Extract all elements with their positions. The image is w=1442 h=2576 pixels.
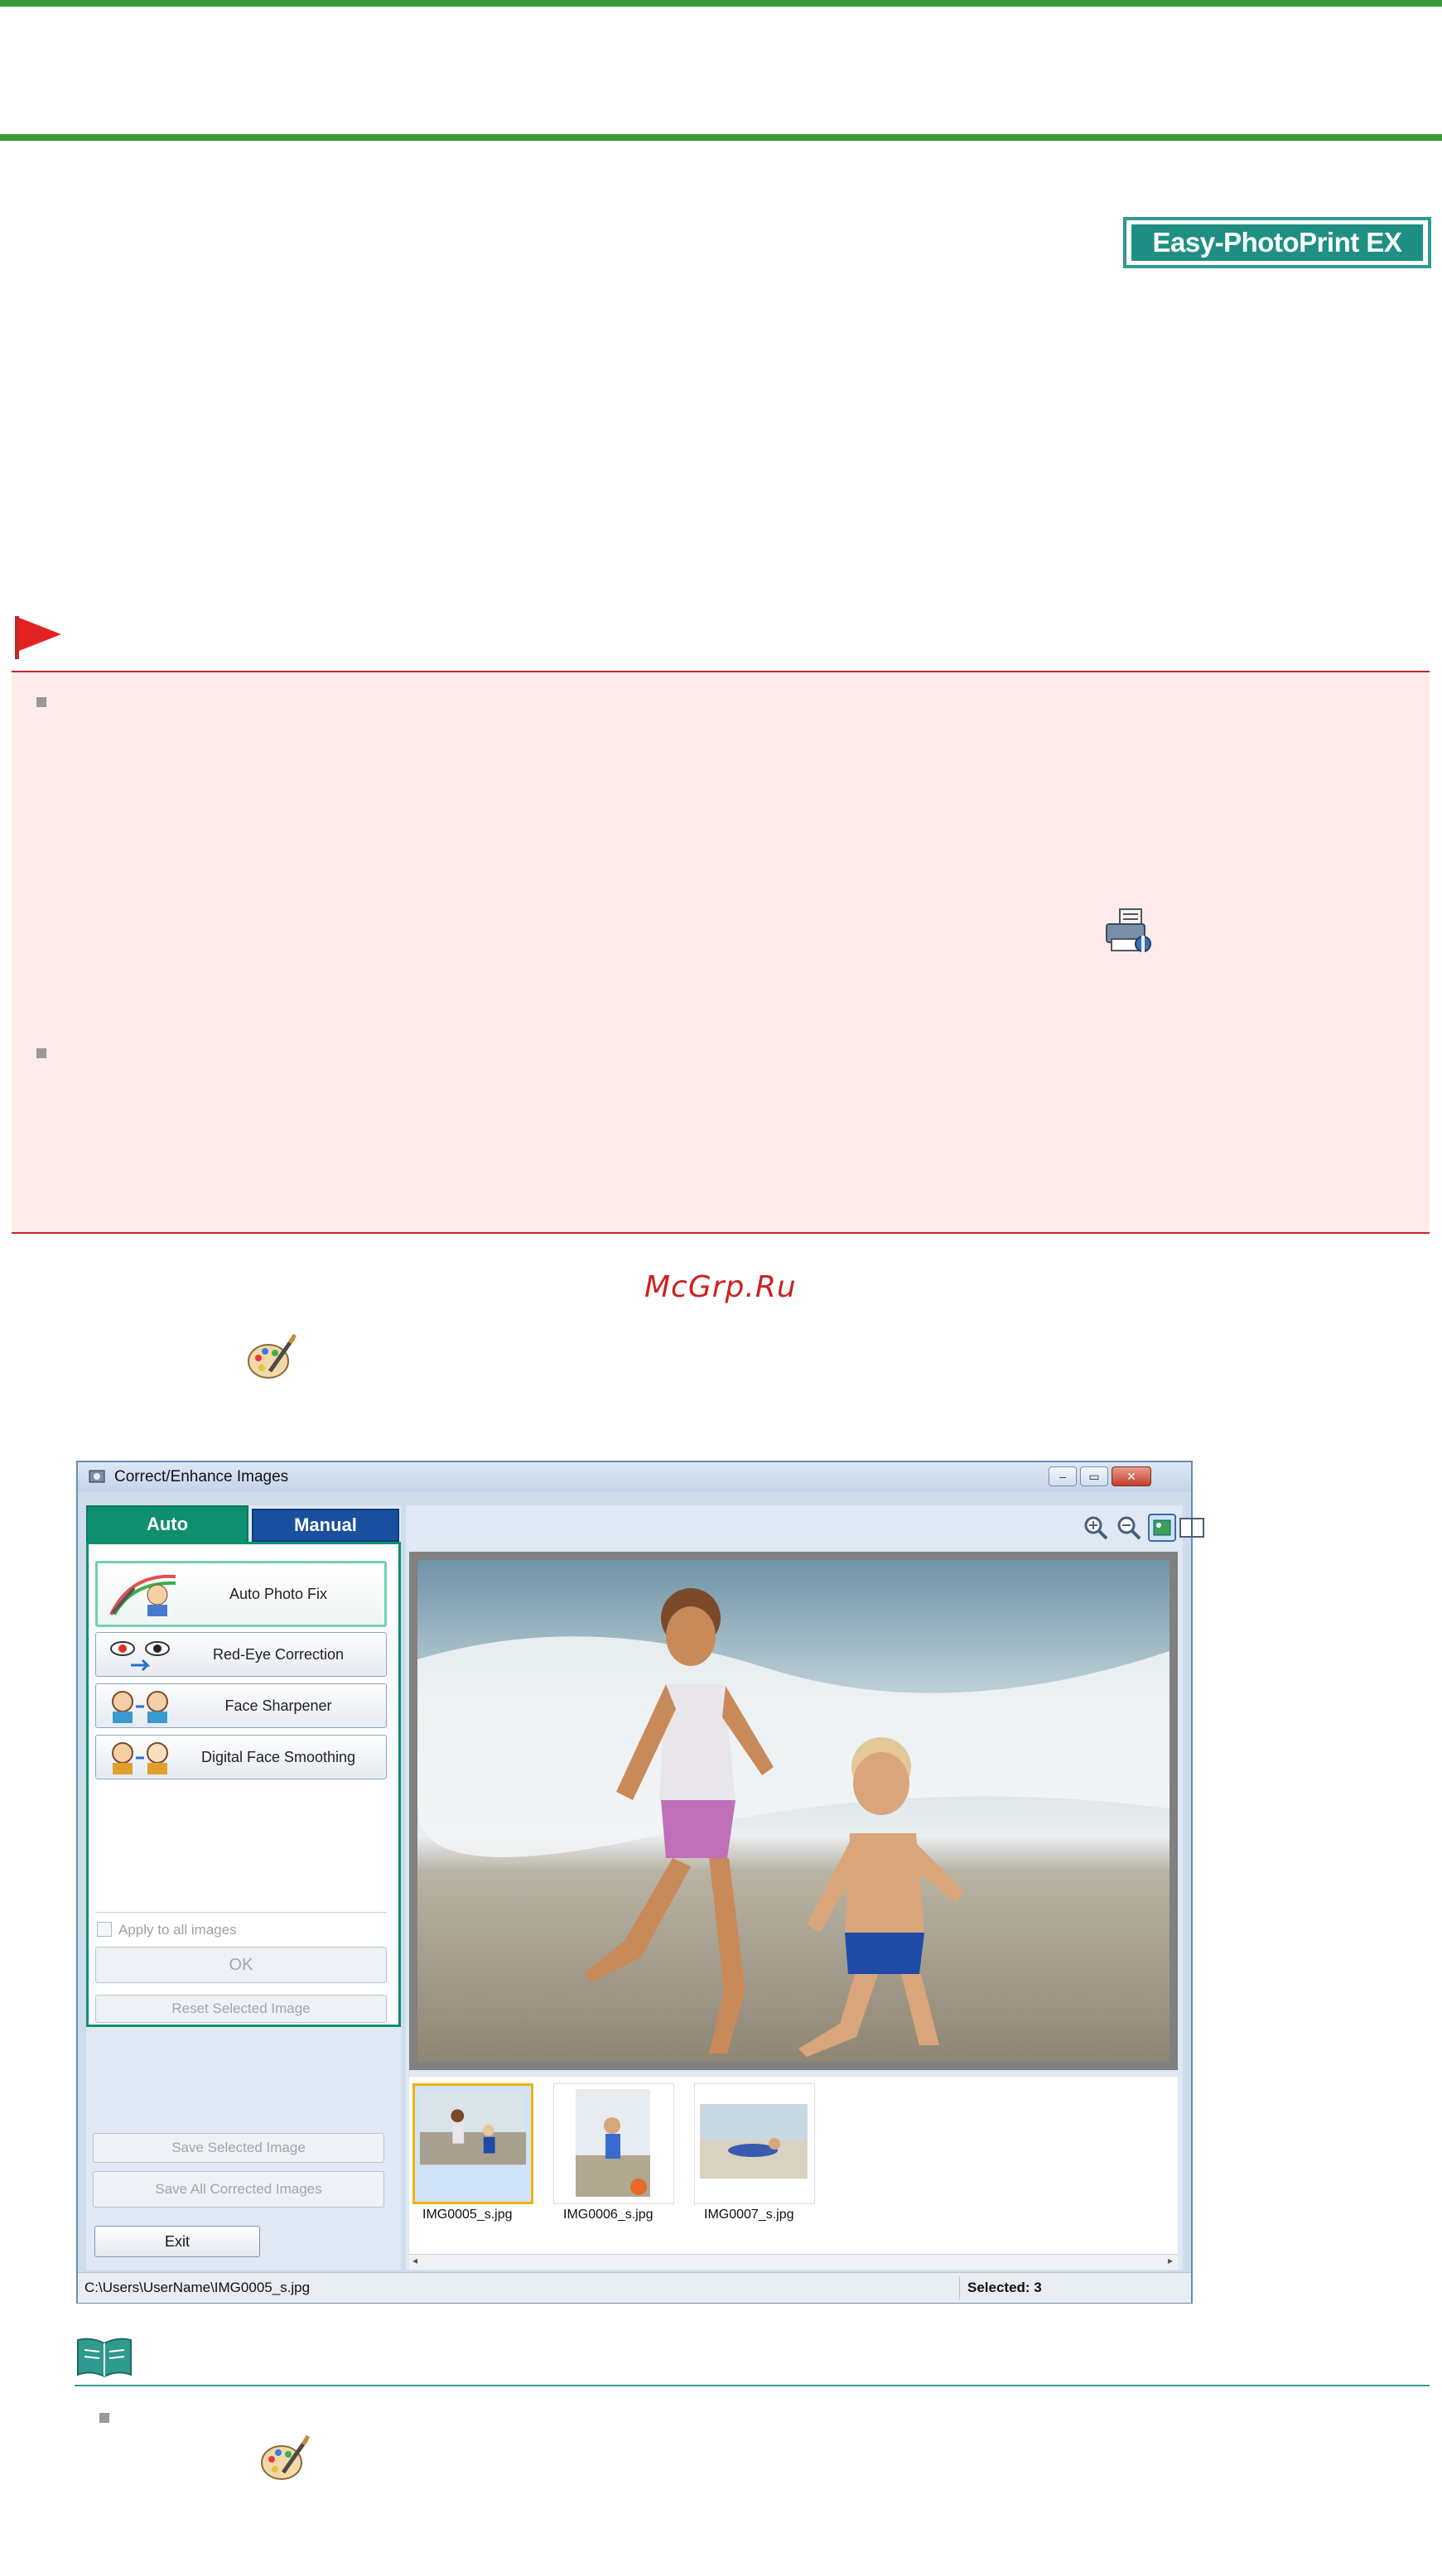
auto-photo-fix-button[interactable]: Auto Photo Fix — [95, 1561, 387, 1627]
note-rule — [75, 2385, 1430, 2386]
note-bullet — [99, 2413, 109, 2423]
correct-enhance-window: Correct/Enhance Images – ▭ ✕ Auto Manual… — [76, 1461, 1204, 2304]
close-button[interactable]: ✕ — [1112, 1466, 1151, 1486]
important-flag-icon — [15, 616, 61, 659]
app-icon — [89, 1470, 105, 1483]
ok-button[interactable]: OK — [95, 1947, 387, 1983]
top-rule — [0, 0, 1442, 7]
window-title: Correct/Enhance Images — [114, 1468, 289, 1485]
separator — [95, 1912, 387, 1913]
thumbnail-img0006[interactable] — [553, 2083, 674, 2204]
thumbnail-img0005[interactable] — [412, 2083, 533, 2204]
thumbnail-scrollbar[interactable]: ◂ ▸ — [409, 2254, 1178, 2270]
printer-settings-icon — [1106, 908, 1151, 952]
thumbnail-area: IMG0005_s.jpg IMG0006_s.jpg IMG0007_s.jp… — [409, 2077, 1178, 2254]
watermark: McGrp.Ru — [644, 1270, 797, 1304]
important-bullet-2 — [36, 1048, 46, 1058]
digital-face-smoothing-label: Digital Face Smoothing — [200, 1748, 356, 1765]
minimize-button[interactable]: – — [1049, 1466, 1077, 1486]
status-selected-count: Selected: 3 — [967, 2280, 1042, 2295]
thumbnail-caption-img0005: IMG0005_s.jpg — [422, 2208, 513, 2222]
auto-photo-fix-label: Auto Photo Fix — [229, 1585, 328, 1602]
thumbnail-img0005-image — [420, 2091, 526, 2165]
face-sharpener-label: Face Sharpener — [224, 1697, 332, 1714]
exit-button[interactable]: Exit — [94, 2226, 260, 2257]
note-book-icon — [77, 2338, 132, 2378]
image-preview — [409, 1552, 1178, 2070]
scroll-left-icon[interactable]: ◂ — [412, 2255, 417, 2266]
red-eye-correction-icon — [110, 1641, 170, 1672]
red-eye-correction-label: Red-Eye Correction — [212, 1645, 345, 1663]
correct-enhance-icon — [248, 1333, 297, 1379]
whole-image-view-icon[interactable] — [1148, 1514, 1176, 1542]
red-eye-correction-button[interactable]: Red-Eye Correction — [95, 1632, 387, 1677]
save-all-corrected-images-button[interactable]: Save All Corrected Images — [93, 2171, 384, 2208]
left-panel: Auto Manual Auto Photo Fix Red-Eye Corre… — [86, 1505, 401, 2270]
thumbnail-img0007-image — [700, 2104, 808, 2179]
digital-face-smoothing-button[interactable]: Digital Face Smoothing — [95, 1735, 387, 1779]
important-bullet-1 — [36, 697, 46, 707]
logo-text: Easy-PhotoPrint EX — [1131, 224, 1423, 261]
apply-all-checkbox[interactable] — [97, 1922, 112, 1937]
reset-selected-image-button[interactable]: Reset Selected Image — [95, 1995, 387, 2023]
tab-manual[interactable]: Manual — [252, 1509, 399, 1542]
zoom-out-icon[interactable] — [1115, 1514, 1143, 1542]
zoom-in-icon[interactable] — [1082, 1514, 1110, 1542]
correct-enhance-icon-note — [261, 2434, 311, 2480]
face-sharpener-button[interactable]: Face Sharpener — [95, 1683, 387, 1728]
thumbnail-caption-img0006: IMG0006_s.jpg — [563, 2208, 653, 2222]
status-path: C:\Users\UserName\IMG0005_s.jpg — [84, 2280, 311, 2295]
apply-all-label: Apply to all images — [118, 1922, 237, 1938]
window-titlebar: Correct/Enhance Images – ▭ ✕ — [78, 1462, 1191, 1492]
header-rule — [0, 134, 1442, 141]
auto-photo-fix-icon — [109, 1574, 176, 1616]
thumbnail-caption-img0007: IMG0007_s.jpg — [704, 2208, 794, 2222]
save-selected-image-button[interactable]: Save Selected Image — [93, 2133, 384, 2163]
thumbnail-img0007[interactable] — [694, 2083, 815, 2204]
status-bar: C:\Users\UserName\IMG0005_s.jpg Selected… — [78, 2272, 1191, 2303]
status-divider — [959, 2276, 960, 2299]
easy-photoprint-logo: Easy-PhotoPrint EX — [1123, 217, 1431, 268]
face-sharpener-icon — [112, 1691, 168, 1723]
thumbnail-img0006-image — [576, 2089, 650, 2197]
auto-tab-body: Auto Photo Fix Red-Eye Correction Face S… — [86, 1542, 401, 2027]
right-panel: IMG0005_s.jpg IMG0006_s.jpg IMG0007_s.jp… — [406, 1505, 1204, 2270]
compare-view-icon[interactable] — [1178, 1514, 1206, 1542]
digital-face-smoothing-icon — [112, 1742, 168, 1774]
beach-photo — [417, 1560, 1170, 2062]
scroll-right-icon[interactable]: ▸ — [1168, 2255, 1173, 2266]
tab-auto[interactable]: Auto — [86, 1505, 248, 1543]
maximize-button[interactable]: ▭ — [1080, 1466, 1108, 1486]
important-box — [12, 671, 1430, 1234]
